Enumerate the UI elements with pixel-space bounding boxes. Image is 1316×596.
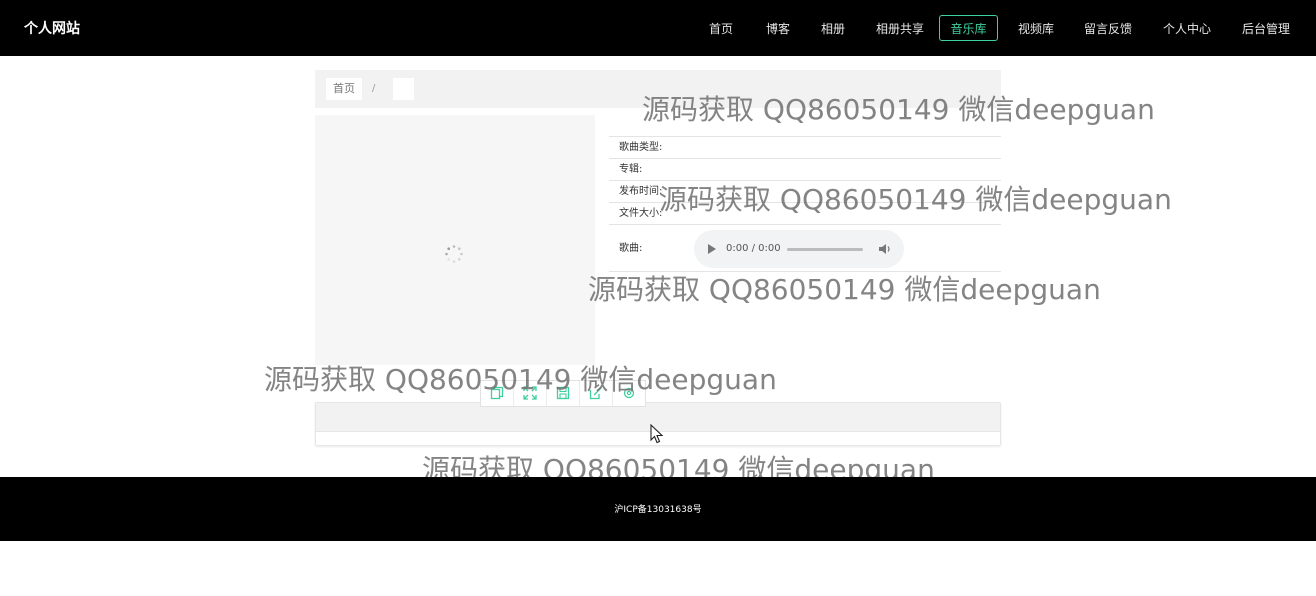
volume-icon[interactable]: [878, 242, 892, 256]
size-label: 文件大小:: [619, 208, 663, 219]
info-row-song: 歌曲: 0:00 / 0:00: [609, 224, 1001, 272]
nav-item-video[interactable]: 视频库: [1009, 15, 1063, 41]
loading-spinner-icon: [445, 245, 463, 263]
song-info-table: 歌曲类型: 专辑: 发布时间: 文件大小: 歌曲: 0:00 / 0:00: [609, 136, 1001, 272]
breadcrumb: 首页 /: [315, 70, 1001, 108]
album-label: 专辑:: [619, 164, 643, 175]
nav-item-profile[interactable]: 个人中心: [1154, 15, 1220, 41]
edit-icon: [589, 387, 602, 400]
nav-item-blog[interactable]: 博客: [757, 15, 799, 41]
copy-button[interactable]: [481, 381, 514, 406]
nav-item-home[interactable]: 首页: [700, 15, 742, 41]
settings-icon: [623, 387, 635, 399]
watermark-text: 源码获取 QQ86050149 微信deepguan: [588, 273, 1101, 306]
settings-button[interactable]: [613, 381, 646, 406]
fullscreen-button[interactable]: [514, 381, 547, 406]
nav-item-admin[interactable]: 后台管理: [1233, 15, 1299, 41]
nav-item-album-share[interactable]: 相册共享: [867, 15, 933, 41]
info-row-size: 文件大小:: [609, 202, 1001, 224]
copy-icon: [490, 386, 504, 400]
watermark-text: 源码获取 QQ86050149 微信deepguan: [422, 453, 935, 478]
genre-label: 歌曲类型:: [619, 142, 663, 153]
footer: 沪ICP备13031638号: [0, 477, 1316, 541]
info-row-album: 专辑:: [609, 158, 1001, 180]
nav-item-album[interactable]: 相册: [812, 15, 854, 41]
audio-time: 0:00 / 0:00: [726, 243, 781, 254]
audio-player[interactable]: 0:00 / 0:00: [694, 230, 904, 268]
mouse-cursor-icon: [650, 424, 664, 444]
save-icon: [556, 386, 570, 400]
audio-progress-slider[interactable]: [787, 248, 863, 251]
info-row-release: 发布时间:: [609, 180, 1001, 202]
edit-button[interactable]: [580, 381, 613, 406]
site-brand[interactable]: 个人网站: [24, 18, 80, 38]
info-row-genre: 歌曲类型:: [609, 136, 1001, 158]
song-cover-panel: [315, 115, 595, 365]
breadcrumb-current[interactable]: [393, 78, 414, 100]
icp-license[interactable]: 沪ICP备13031638号: [0, 502, 1316, 515]
breadcrumb-separator: /: [372, 83, 376, 94]
save-button[interactable]: [547, 381, 580, 406]
floating-toolbar: [480, 380, 646, 407]
play-icon[interactable]: [708, 244, 716, 254]
release-label: 发布时间:: [619, 186, 663, 197]
fullscreen-icon: [523, 386, 537, 400]
top-navbar: 个人网站 首页 博客 相册 相册共享 音乐库 视频库 留言反馈 个人中心 后台管…: [0, 0, 1316, 56]
nav-item-feedback[interactable]: 留言反馈: [1075, 15, 1141, 41]
nav-item-music[interactable]: 音乐库: [939, 15, 998, 41]
song-label: 歌曲:: [619, 243, 643, 254]
breadcrumb-home[interactable]: 首页: [326, 78, 362, 100]
